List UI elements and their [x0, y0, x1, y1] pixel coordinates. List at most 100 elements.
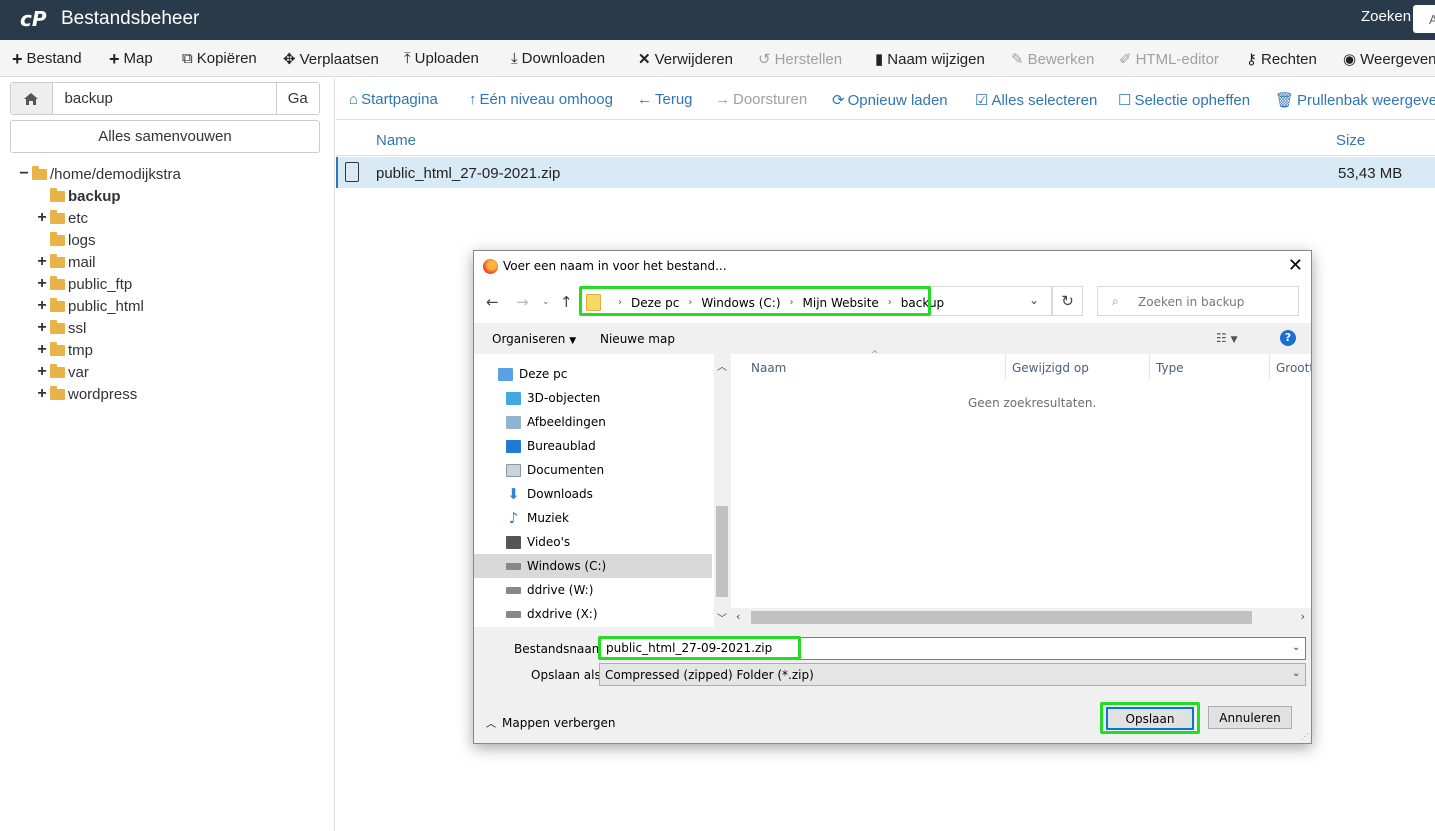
tree-item-tmp[interactable]: + tmp	[36, 340, 93, 360]
view-button[interactable]: ◉ Weergeven	[1343, 50, 1435, 69]
folder-search-input[interactable]: ⌕ Zoeken in backup	[1097, 286, 1299, 316]
column-header-name[interactable]: Name	[376, 132, 416, 149]
hide-folders-toggle[interactable]: ︿ Mappen verbergen	[486, 715, 616, 731]
home-button[interactable]	[11, 83, 53, 114]
nav-item-desktop[interactable]: Bureaublad	[474, 434, 712, 458]
upload-button[interactable]: ⤒ Uploaden	[404, 50, 479, 67]
up-one-level-link[interactable]: ↑ Eén niveau omhoog	[469, 91, 613, 108]
chevron-down-icon[interactable]: ⌄	[1029, 293, 1039, 307]
permissions-button[interactable]: ⚷ Rechten	[1246, 50, 1317, 69]
nav-item-this-pc[interactable]: Deze pc	[474, 362, 712, 386]
nav-item-pictures[interactable]: Afbeeldingen	[474, 410, 712, 434]
nav-item-music[interactable]: ♪ Muziek	[474, 506, 712, 530]
cancel-button[interactable]: Annuleren	[1208, 706, 1292, 729]
scrollbar-thumb[interactable]	[751, 611, 1252, 624]
tree-item-mail[interactable]: + mail	[36, 252, 96, 272]
tree-item-backup[interactable]: backup	[36, 186, 121, 206]
new-folder-button[interactable]: Nieuwe map	[600, 332, 675, 346]
chevron-down-icon[interactable]: ⌄	[1292, 642, 1300, 653]
tree-item-label: mail	[68, 253, 96, 271]
rename-button[interactable]: ▮ Naam wijzigen	[875, 50, 985, 69]
scrollbar-thumb[interactable]	[716, 506, 728, 597]
move-button[interactable]: ✥ Verplaatsen	[283, 50, 379, 69]
expand-sign-icon[interactable]: +	[36, 275, 48, 293]
recent-dropdown-icon[interactable]: ⌄	[542, 297, 550, 307]
scroll-right-icon[interactable]: ›	[1301, 610, 1305, 623]
back-arrow-icon[interactable]: ←	[486, 293, 499, 311]
scroll-up-icon[interactable]: ︿	[717, 358, 727, 373]
chevron-down-icon[interactable]: ⌄	[1292, 668, 1300, 679]
forward-link[interactable]: → Doorsturen	[715, 91, 807, 108]
expand-sign-icon[interactable]: +	[36, 341, 48, 359]
tree-item-ssl[interactable]: + ssl	[36, 318, 86, 338]
scroll-left-icon[interactable]: ‹	[736, 610, 740, 623]
square-icon: ☐	[1118, 92, 1132, 109]
nav-item-dxdrive-x[interactable]: dxdrive (X:)	[474, 602, 712, 626]
path-input[interactable]	[52, 83, 276, 114]
tree-item-etc[interactable]: + etc	[36, 208, 88, 228]
nav-pane-scrollbar[interactable]: ︿ ﹀	[714, 354, 730, 627]
tree-item-logs[interactable]: logs	[36, 230, 96, 250]
back-link[interactable]: ← Terug	[637, 91, 693, 108]
up-arrow-icon[interactable]: ↑	[560, 293, 573, 311]
home-link[interactable]: ⌂ Startpagina	[349, 91, 438, 108]
close-icon[interactable]: ✕	[1288, 255, 1303, 276]
tree-item-home[interactable]: − /home/demodijkstra	[18, 164, 181, 184]
select-all-link[interactable]: ☑ Alles selecteren	[975, 91, 1097, 110]
toolbar-label: Verwijderen	[654, 50, 733, 68]
nav-item-ddrive-w[interactable]: ddrive (W:)	[474, 578, 712, 602]
file-row[interactable]: public_html_27-09-2021.zip 53,43 MB	[336, 157, 1435, 188]
tree-item-label: tmp	[68, 341, 94, 359]
scroll-down-icon[interactable]: ﹀	[717, 610, 727, 625]
column-header-name[interactable]: Naam	[751, 361, 786, 375]
expand-sign-icon[interactable]: +	[36, 297, 48, 315]
delete-button[interactable]: ✕ Verwijderen	[638, 50, 733, 69]
column-header-size[interactable]: Grootte	[1276, 361, 1311, 375]
html-editor-button[interactable]: ✐ HTML-editor	[1119, 50, 1219, 69]
tree-item-public-ftp[interactable]: + public_ftp	[36, 274, 132, 294]
expand-sign-icon[interactable]: +	[36, 363, 48, 381]
nav-item-3d-objects[interactable]: 3D-objecten	[474, 386, 712, 410]
toolbar-label: Naam wijzigen	[887, 50, 985, 68]
reload-link[interactable]: ⟳ Opnieuw laden	[832, 91, 948, 110]
expand-sign-icon[interactable]: +	[36, 319, 48, 337]
download-button[interactable]: ⤓ Downloaden	[511, 50, 605, 67]
toolbar-label: HTML-editor	[1135, 50, 1219, 68]
column-header-modified[interactable]: Gewijzigd op	[1012, 361, 1089, 375]
nav-item-downloads[interactable]: ⬇ Downloads	[474, 482, 712, 506]
path-bar: Ga	[10, 82, 320, 115]
tree-item-var[interactable]: + var	[36, 362, 89, 382]
expand-sign-icon[interactable]: +	[36, 209, 48, 227]
deselect-link[interactable]: ☐ Selectie opheffen	[1118, 91, 1250, 110]
tree-item-wordpress[interactable]: + wordpress	[36, 384, 137, 404]
expand-sign-icon[interactable]: +	[36, 385, 48, 403]
tree-item-public-html[interactable]: + public_html	[36, 296, 144, 316]
search-input[interactable]: A	[1413, 5, 1435, 33]
new-file-button[interactable]: + Bestand	[12, 50, 82, 68]
save-type-select[interactable]: Compressed (zipped) Folder (*.zip)	[599, 663, 1306, 686]
refresh-button[interactable]: ↻	[1052, 286, 1083, 316]
restore-button[interactable]: ↺ Herstellen	[758, 50, 842, 69]
collapse-sign-icon[interactable]: −	[18, 165, 30, 183]
nav-item-documents[interactable]: Documenten	[474, 458, 712, 482]
column-header-size[interactable]: Size	[1336, 132, 1365, 149]
nav-item-windows-c[interactable]: Windows (C:)	[474, 554, 712, 578]
videos-icon	[506, 535, 521, 549]
edit-button[interactable]: ✎ Bewerken	[1011, 50, 1094, 69]
help-icon[interactable]: ?	[1280, 330, 1296, 346]
view-trash-link[interactable]: 🗑 Prullenbak weergeven	[1275, 91, 1435, 110]
new-folder-button[interactable]: + Map	[109, 50, 153, 68]
nav-item-videos[interactable]: Video's	[474, 530, 712, 554]
column-header-type[interactable]: Type	[1156, 361, 1184, 375]
view-options-button[interactable]: ☷ ▼	[1216, 331, 1238, 345]
organize-button[interactable]: Organiseren ▼	[492, 332, 576, 346]
forward-arrow-icon[interactable]: →	[516, 293, 529, 311]
search-placeholder: Zoeken in backup	[1138, 295, 1245, 309]
collapse-all-button[interactable]: Alles samenvouwen	[10, 120, 320, 153]
go-button[interactable]: Ga	[275, 83, 319, 114]
resize-grip-icon[interactable]: ⋰	[1301, 732, 1309, 741]
folder-icon	[50, 385, 65, 400]
file-list-scrollbar[interactable]: ‹ ›	[731, 608, 1311, 627]
copy-button[interactable]: ⧉ Kopiëren	[182, 50, 257, 67]
expand-sign-icon[interactable]: +	[36, 253, 48, 271]
